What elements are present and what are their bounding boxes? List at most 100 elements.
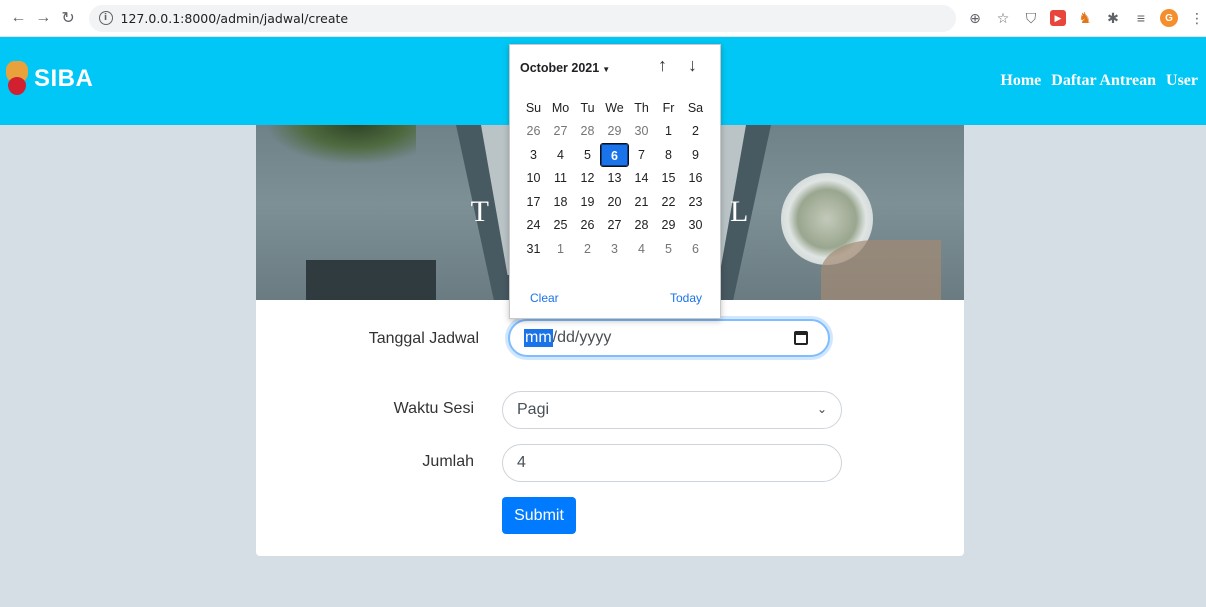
submit-button[interactable]: Submit xyxy=(502,497,576,534)
zoom-icon[interactable]: ⊕ xyxy=(966,9,984,27)
datepicker-footer: Clear Today xyxy=(530,291,702,305)
calendar-day[interactable]: 12 xyxy=(574,167,601,189)
calendar-day[interactable]: 4 xyxy=(547,144,574,166)
calendar-day[interactable]: 13 xyxy=(601,167,628,189)
metamask-extension-icon[interactable]: ♞ xyxy=(1076,9,1094,27)
calendar-day[interactable]: 8 xyxy=(655,144,682,166)
calendar-week: 26 27 28 29 30 1 2 xyxy=(520,120,712,144)
today-button[interactable]: Today xyxy=(670,291,702,305)
calendar-day[interactable]: 9 xyxy=(682,144,709,166)
calendar-day[interactable]: 30 xyxy=(682,214,709,236)
forward-icon[interactable]: → xyxy=(33,7,54,29)
calendar-week: 17 18 19 20 21 22 23 xyxy=(520,190,712,214)
video-extension-icon[interactable]: ▶ xyxy=(1050,10,1066,26)
hero-plant xyxy=(266,125,416,165)
calendar-day[interactable]: 17 xyxy=(520,191,547,213)
calendar-day[interactable]: 26 xyxy=(520,120,547,142)
calendar-day[interactable]: 29 xyxy=(655,214,682,236)
date-rest-segment[interactable]: /dd/yyyy xyxy=(553,329,612,347)
calendar-day[interactable]: 5 xyxy=(574,144,601,166)
date-month-segment[interactable]: mm xyxy=(524,329,553,347)
amount-label: Jumlah xyxy=(422,453,474,470)
calendar-day-selected[interactable]: 6 xyxy=(600,142,629,167)
calendar-day[interactable]: 2 xyxy=(574,238,601,260)
calendar-day[interactable]: 10 xyxy=(520,167,547,189)
caret-down-icon: ▼ xyxy=(602,65,611,74)
reading-list-icon[interactable]: ≡ xyxy=(1132,9,1150,27)
calendar-day[interactable]: 18 xyxy=(547,191,574,213)
nav-home[interactable]: Home xyxy=(1000,72,1041,90)
extensions-puzzle-icon[interactable]: ✱ xyxy=(1104,9,1122,27)
chevron-down-icon: ⌄ xyxy=(816,402,827,416)
address-url: 127.0.0.1:8000/admin/jadwal/create xyxy=(120,10,349,26)
calendar-week: 24 25 26 27 28 29 30 xyxy=(520,214,712,238)
next-month-arrow-icon[interactable]: ↓ xyxy=(688,55,697,76)
calendar-day[interactable]: 1 xyxy=(547,238,574,260)
calendar-day[interactable]: 19 xyxy=(574,191,601,213)
session-select[interactable]: Pagi ⌄ xyxy=(502,391,842,429)
app-nav: Home Daftar Antrean User xyxy=(1000,72,1198,90)
amount-value: 4 xyxy=(517,454,526,471)
site-info-icon[interactable]: i xyxy=(98,11,113,25)
calendar-week: 10 11 12 13 14 15 16 xyxy=(520,167,712,191)
datepicker-popup: October 2021 ▼ ↑ ↓ Su Mo Tu We Th Fr Sa 2… xyxy=(509,44,721,319)
calendar-day[interactable]: 23 xyxy=(682,191,709,213)
weekday-label: Fr xyxy=(662,100,675,115)
browser-toolbar: ← → ↻ i 127.0.0.1:8000/admin/jadwal/crea… xyxy=(0,0,1206,37)
calendar-day[interactable]: 5 xyxy=(655,238,682,260)
nav-daftar-antrean[interactable]: Daftar Antrean xyxy=(1051,72,1156,90)
calendar-day[interactable]: 2 xyxy=(682,120,709,142)
session-label: Waktu Sesi xyxy=(393,400,474,417)
schedule-form-card: Tanggal Jadwal mm/dd/yyyy Waktu Sesi Pag… xyxy=(256,300,964,556)
clear-button[interactable]: Clear xyxy=(530,291,559,305)
brand-name: SIBA xyxy=(34,65,94,92)
calendar-week: 31 1 2 3 4 5 6 xyxy=(520,237,712,261)
weekday-label: We xyxy=(605,100,624,115)
profile-avatar[interactable]: G xyxy=(1160,9,1178,27)
calendar-day[interactable]: 3 xyxy=(520,144,547,166)
calendar-day[interactable]: 26 xyxy=(574,214,601,236)
calendar-day[interactable]: 4 xyxy=(628,238,655,260)
calendar-day[interactable]: 16 xyxy=(682,167,709,189)
calendar-day[interactable]: 25 xyxy=(547,214,574,236)
weekday-label: Su xyxy=(525,100,542,115)
month-year-selector[interactable]: October 2021 ▼ xyxy=(520,61,610,75)
reload-icon[interactable]: ↻ xyxy=(58,7,79,29)
calendar-day[interactable]: 24 xyxy=(520,214,547,236)
calendar-day[interactable]: 14 xyxy=(628,167,655,189)
hero-notebook xyxy=(306,260,436,300)
calendar-day[interactable]: 31 xyxy=(520,238,547,260)
calendar-day[interactable]: 7 xyxy=(628,144,655,166)
calendar-day[interactable]: 21 xyxy=(628,191,655,213)
calendar-day[interactable]: 3 xyxy=(601,238,628,260)
calendar-day[interactable]: 15 xyxy=(655,167,682,189)
calendar-day[interactable]: 29 xyxy=(601,120,628,142)
calendar-day[interactable]: 11 xyxy=(547,167,574,189)
calendar-day[interactable]: 27 xyxy=(547,120,574,142)
weekday-label: Mo xyxy=(551,100,570,115)
amount-input[interactable]: 4 xyxy=(502,444,842,482)
calendar-day[interactable]: 1 xyxy=(655,120,682,142)
calendar-day[interactable]: 27 xyxy=(601,214,628,236)
brand[interactable]: SIBA xyxy=(6,59,93,99)
shield-extension-icon[interactable]: ⛉ xyxy=(1022,9,1040,27)
previous-month-arrow-icon[interactable]: ↑ xyxy=(658,55,667,76)
calendar-icon[interactable] xyxy=(794,331,808,345)
bookmark-star-icon[interactable]: ☆ xyxy=(994,9,1012,27)
back-icon[interactable]: ← xyxy=(8,7,29,29)
calendar-day[interactable]: 20 xyxy=(601,191,628,213)
address-bar[interactable]: i 127.0.0.1:8000/admin/jadwal/create xyxy=(88,4,956,32)
weekday-label: Th xyxy=(634,100,649,115)
calendar-day[interactable]: 22 xyxy=(655,191,682,213)
brand-logo-icon xyxy=(6,59,28,99)
browser-menu-icon[interactable]: ⋮ xyxy=(1188,9,1206,27)
calendar-day[interactable]: 28 xyxy=(574,120,601,142)
calendar-day[interactable]: 30 xyxy=(628,120,655,142)
weekday-header: Su Mo Tu We Th Fr Sa xyxy=(520,96,712,120)
weekday-label: Tu xyxy=(580,100,595,115)
nav-user[interactable]: User xyxy=(1166,72,1198,90)
calendar-day[interactable]: 28 xyxy=(628,214,655,236)
calendar-day[interactable]: 6 xyxy=(682,238,709,260)
calendar-grid: Su Mo Tu We Th Fr Sa 26 27 28 29 30 1 2 … xyxy=(520,96,712,261)
date-input[interactable]: mm/dd/yyyy xyxy=(508,319,830,357)
